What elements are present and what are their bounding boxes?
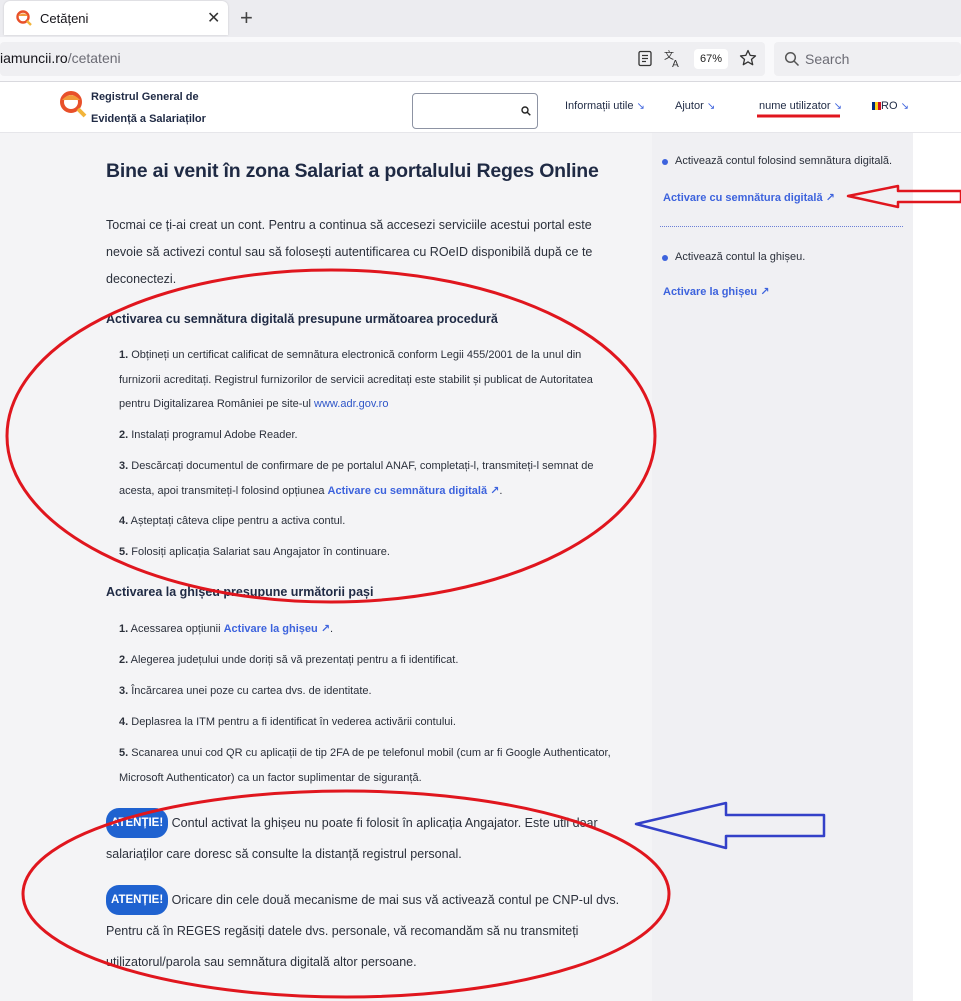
step-number: 3. xyxy=(119,685,129,697)
browser-tab-bar: Cetățeni ✕ + xyxy=(0,0,961,37)
step-text: Scanarea unui cod QR cu aplicații de tip… xyxy=(131,747,611,759)
external-link-icon: ↗ xyxy=(490,484,500,497)
nav-user-menu[interactable]: nume utilizator ↘ xyxy=(759,100,842,112)
romania-flag-icon xyxy=(872,102,881,110)
search-icon xyxy=(784,51,800,67)
step-text: Deplasrea la ITM pentru a fi identificat… xyxy=(131,716,456,728)
sidebar-activate-digital-signature-link[interactable]: Activare cu semnătura digitală ↗ xyxy=(663,191,835,204)
site-search-input[interactable] xyxy=(412,93,538,129)
nav-info-label: Informații utile xyxy=(565,100,634,112)
step-number: 2. xyxy=(119,429,129,441)
notice-account-security: ATENȚIE! Oricare din cele două mecanisme… xyxy=(106,885,636,978)
sidebar-activate-counter-link[interactable]: Activare la ghișeu ↗ xyxy=(663,285,769,298)
sidebar-digital-signature-text: Activează contul folosind semnătura digi… xyxy=(675,155,893,167)
chevron-down-icon: ↘ xyxy=(833,101,842,112)
step-text: acesta, apoi transmiteți-l folosind opți… xyxy=(119,484,328,497)
list-item: 3. Descărcați documentul de confirmare d… xyxy=(119,460,594,497)
sidebar-divider xyxy=(660,226,903,227)
external-link-icon: ↗ xyxy=(825,192,835,204)
list-item: 1. Acessarea opțiunii Activare la ghișeu… xyxy=(119,623,334,635)
activate-digital-signature-link[interactable]: Activare cu semnătura digitală ↗ xyxy=(328,485,500,497)
notice-text: Contul activat la ghișeu nu poate fi fol… xyxy=(106,816,598,861)
list-item: 1. Obțineți un certificat calificat de s… xyxy=(119,343,629,417)
list-item: 5. Scanarea unui cod QR cu aplicații de … xyxy=(119,741,629,790)
attention-badge: ATENȚIE! xyxy=(106,808,169,838)
search-placeholder: Search xyxy=(805,51,850,67)
external-link-icon: ↗ xyxy=(320,623,331,635)
tab-title: Cetățeni xyxy=(40,11,89,26)
step-number: 4. xyxy=(119,515,129,527)
intro-paragraph: Tocmai ce ți-ai creat un cont. Pentru a … xyxy=(106,218,593,286)
bullet-icon xyxy=(662,255,668,261)
section-digital-signature-heading: Activarea cu semnătura digitală presupun… xyxy=(106,312,498,326)
step-number: 2. xyxy=(119,654,129,666)
chevron-down-icon: ↘ xyxy=(636,101,645,112)
brand-line-2: Evidență a Salariaților xyxy=(91,113,206,125)
attention-badge: ATENȚIE! xyxy=(106,885,169,915)
chevron-down-icon: ↘ xyxy=(900,101,909,112)
reges-logo-icon[interactable] xyxy=(59,90,87,118)
brand-name[interactable]: Registrul General de Evidență a Salariaț… xyxy=(91,86,206,130)
step-number: 3. xyxy=(119,460,129,472)
step-text: Încărcarea unei poze cu cartea dvs. de i… xyxy=(131,685,372,697)
reader-view-icon[interactable] xyxy=(637,50,654,67)
step-text: Așteptați câteva clipe pentru a activa c… xyxy=(130,515,346,527)
list-item: 2. Instalați programul Adobe Reader. xyxy=(119,423,629,448)
nav-help-label: Ajutor xyxy=(675,100,704,112)
step-number: 5. xyxy=(119,546,129,558)
step-text: Acessarea opțiunii xyxy=(130,623,224,635)
nav-language[interactable]: RO ↘ xyxy=(872,100,909,112)
step-text: Microsoft Authenticator) ca un factor su… xyxy=(119,771,422,784)
nav-informatii-utile[interactable]: Informații utile ↘ xyxy=(565,100,645,112)
step-number: 1. xyxy=(119,623,129,635)
step-number: 5. xyxy=(119,747,129,759)
browser-toolbar: iamuncii.ro/cetateni 文 A 67% Search xyxy=(0,37,961,82)
section-counter-heading: Activarea la ghișeu presupune următorii … xyxy=(106,585,374,599)
nav-user-label: nume utilizator xyxy=(759,100,831,112)
zoom-level-button[interactable]: 67% xyxy=(694,49,728,69)
step-text: Descărcați documentul de confirmare de p… xyxy=(131,460,594,472)
new-tab-button[interactable]: + xyxy=(240,5,253,31)
search-icon[interactable] xyxy=(521,106,531,116)
page-margin xyxy=(913,133,961,1001)
translate-icon[interactable]: 文 A xyxy=(664,49,682,68)
step-text: Instalați programul Adobe Reader. xyxy=(131,429,298,441)
notice-text: Oricare din cele două mecanisme de mai s… xyxy=(106,893,620,969)
browser-search-box[interactable]: Search xyxy=(774,42,961,76)
step-text: pentru Digitalizarea României pe site-ul xyxy=(119,398,315,410)
bullet-icon xyxy=(662,159,668,165)
list-item: 4. Așteptați câteva clipe pentru a activ… xyxy=(119,509,629,534)
nav-lang-label: RO xyxy=(881,100,898,112)
external-link-icon: ↗ xyxy=(760,286,770,298)
sidebar-panel xyxy=(652,133,913,1001)
step-text: Folosiți aplicația Salariat sau Angajato… xyxy=(131,546,390,558)
address-bar[interactable]: iamuncii.ro/cetateni 文 A 67% xyxy=(0,42,765,76)
close-tab-icon[interactable]: ✕ xyxy=(207,8,220,28)
url-text: iamuncii.ro/cetateni xyxy=(0,50,121,66)
activate-counter-link[interactable]: Activare la ghișeu ↗ xyxy=(224,623,330,635)
step-number: 4. xyxy=(119,716,129,728)
notice-counter-limitation: ATENȚIE! Contul activat la ghișeu nu poa… xyxy=(106,808,636,870)
site-favicon-icon xyxy=(16,10,32,26)
list-item: 4. Deplasrea la ITM pentru a fi identifi… xyxy=(119,710,629,735)
site-header: Registrul General de Evidență a Salariaț… xyxy=(0,82,961,133)
svg-text:A: A xyxy=(672,59,679,68)
step-number: 1. xyxy=(119,349,129,361)
list-item: 5. Folosiți aplicația Salariat sau Angaj… xyxy=(119,540,629,565)
page-title: Bine ai venit în zona Salariat a portalu… xyxy=(106,160,599,182)
list-item: 2. Alegerea județului unde doriți să vă … xyxy=(119,648,629,673)
brand-line-1: Registrul General de xyxy=(91,91,199,103)
step-text: Alegerea județului unde doriți să vă pre… xyxy=(130,654,459,666)
url-host: iamuncii.ro xyxy=(0,50,68,66)
list-item: 3. Încărcarea unei poze cu cartea dvs. d… xyxy=(119,679,629,704)
bookmark-star-icon[interactable] xyxy=(739,49,757,67)
chevron-down-icon: ↘ xyxy=(706,101,716,112)
step-text: furnizorii acreditați. Registrul furnizo… xyxy=(119,373,593,386)
nav-ajutor[interactable]: Ajutor ↘ xyxy=(675,100,715,112)
sidebar-counter-text: Activează contul la ghișeu. xyxy=(675,251,806,263)
url-path: /cetateni xyxy=(67,50,121,66)
step-text: Obțineți un certificat calificat de semn… xyxy=(131,349,582,361)
browser-tab[interactable]: Cetățeni ✕ xyxy=(4,1,228,35)
adr-website-link[interactable]: www.adr.gov.ro xyxy=(314,398,388,410)
